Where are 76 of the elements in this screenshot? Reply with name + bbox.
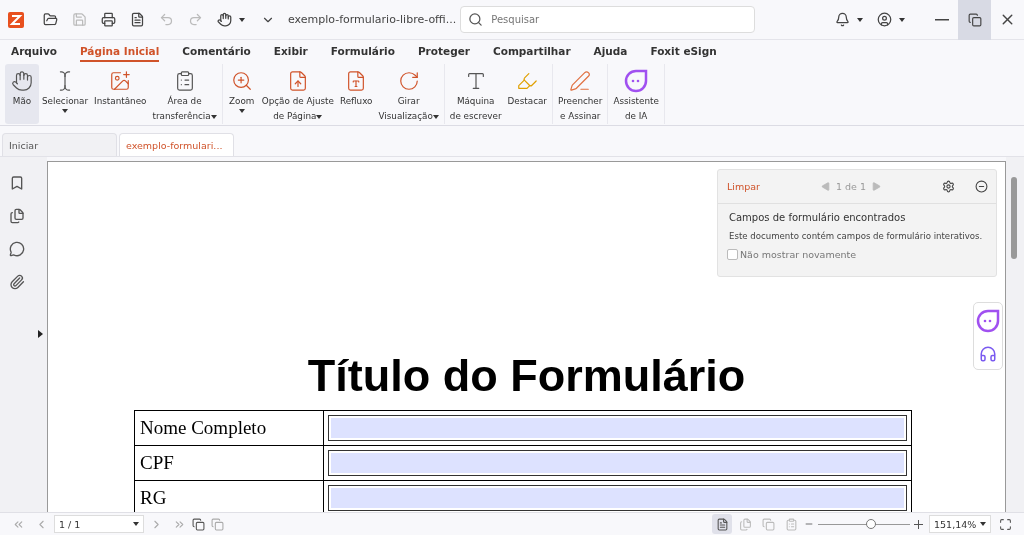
panel-message: Este documento contém campos de formulário interativos.	[729, 231, 984, 241]
ribbon-button[interactable]: Máquina de escrever	[446, 64, 505, 124]
view-mode-icon	[738, 517, 752, 531]
menu-tab[interactable]: Página Inicial	[79, 45, 160, 62]
view-mode-icon	[761, 517, 775, 531]
ribbon-button[interactable]: Opção de Ajuste de Página	[258, 64, 337, 124]
ribbon-button[interactable]: Selecionar	[39, 64, 92, 124]
caret-icon	[899, 17, 905, 22]
pages-icon[interactable]	[192, 517, 205, 531]
ribbon-button[interactable]: Mão	[5, 64, 39, 124]
chat-bubble-icon	[624, 68, 649, 94]
caret-icon	[980, 522, 986, 526]
ribbon-button[interactable]: Destacar	[504, 64, 550, 124]
document-tab[interactable]: Iniciar	[2, 133, 117, 156]
collapse-icon[interactable]	[975, 180, 988, 193]
open-folder-icon[interactable]	[43, 12, 58, 27]
view-mode-icon	[715, 517, 729, 531]
checkbox-label: Não mostrar novamente	[740, 249, 857, 260]
document-tab[interactable]: exemplo-formulari...	[119, 133, 234, 156]
menu-tab[interactable]: Ajuda	[593, 45, 628, 62]
headset-icon[interactable]	[979, 345, 997, 363]
pages-icon[interactable]	[8, 208, 25, 224]
input-field[interactable]	[328, 450, 907, 476]
zoom-field[interactable]: 151,14%	[929, 515, 991, 533]
ribbon-button[interactable]: Zoom	[224, 64, 259, 124]
comment-icon[interactable]	[8, 241, 25, 257]
fullscreen-icon[interactable]	[999, 517, 1012, 531]
user-icon[interactable]	[877, 12, 892, 27]
restore-icon	[967, 12, 982, 27]
menu-tab[interactable]: Comentário	[182, 45, 251, 62]
settings-icon[interactable]	[942, 180, 955, 193]
ribbon-button[interactable]: Área de transferência	[149, 64, 220, 124]
menu-tab[interactable]: Exibir	[273, 45, 308, 62]
caret-icon	[857, 17, 863, 22]
restore-button[interactable]	[958, 0, 991, 40]
menu-tab[interactable]: Proteger	[417, 45, 470, 62]
document-name: exemplo-formulario-libre-offi...	[288, 13, 457, 26]
caret-icon	[239, 17, 245, 22]
view-mode-icon	[784, 517, 798, 531]
minimize-icon	[934, 18, 949, 21]
expand-arrow-icon[interactable]	[38, 330, 43, 338]
menu-tab[interactable]: Formulário	[330, 45, 395, 62]
input-field[interactable]	[328, 485, 907, 511]
hand-icon[interactable]	[217, 12, 232, 27]
hand-icon	[11, 68, 33, 94]
ribbon-button[interactable]: Refluxo	[336, 64, 376, 124]
clear-button[interactable]: Limpar	[727, 181, 760, 192]
scrollbar-thumb[interactable]	[1011, 177, 1017, 259]
panel-heading: Campos de formulário encontrados	[729, 212, 907, 223]
ribbon-button[interactable]: Girar Visualização	[375, 64, 442, 124]
form-title: Título do Formulário	[307, 350, 746, 402]
search-field[interactable]: Pesquisar	[460, 6, 756, 33]
checkbox[interactable]	[727, 249, 738, 260]
slider-thumb[interactable]	[866, 518, 877, 529]
page-counter: 1 de 1	[835, 181, 866, 192]
ribbon-button[interactable]: Preencher e Assinar	[555, 64, 606, 124]
app-logo-icon	[8, 11, 24, 28]
caret-icon	[133, 522, 139, 526]
input-field[interactable]	[328, 415, 907, 441]
field-label: CPF	[135, 446, 324, 481]
view-mode-button[interactable]	[712, 514, 732, 534]
ribbon-button[interactable]: Instantâneo	[91, 64, 150, 124]
paperclip-icon[interactable]	[8, 274, 25, 290]
zoom-in-icon[interactable]	[914, 519, 923, 529]
bell-icon[interactable]	[835, 12, 850, 27]
menu-tab[interactable]: Compartilhar	[492, 45, 571, 62]
document-icon[interactable]	[130, 12, 145, 27]
page-field[interactable]: 1 / 1	[54, 515, 144, 533]
search-icon	[468, 12, 484, 27]
pen-icon	[569, 68, 592, 94]
ribbon-button[interactable]: Assistente de IA	[610, 64, 662, 124]
menu-tab[interactable]: Foxit eSign	[650, 45, 717, 62]
field-label: Nome Completo	[135, 411, 324, 446]
chat-bubble-icon[interactable]	[976, 309, 1000, 333]
menu-tab[interactable]: Arquivo	[11, 45, 57, 62]
print-icon[interactable]	[101, 12, 116, 27]
